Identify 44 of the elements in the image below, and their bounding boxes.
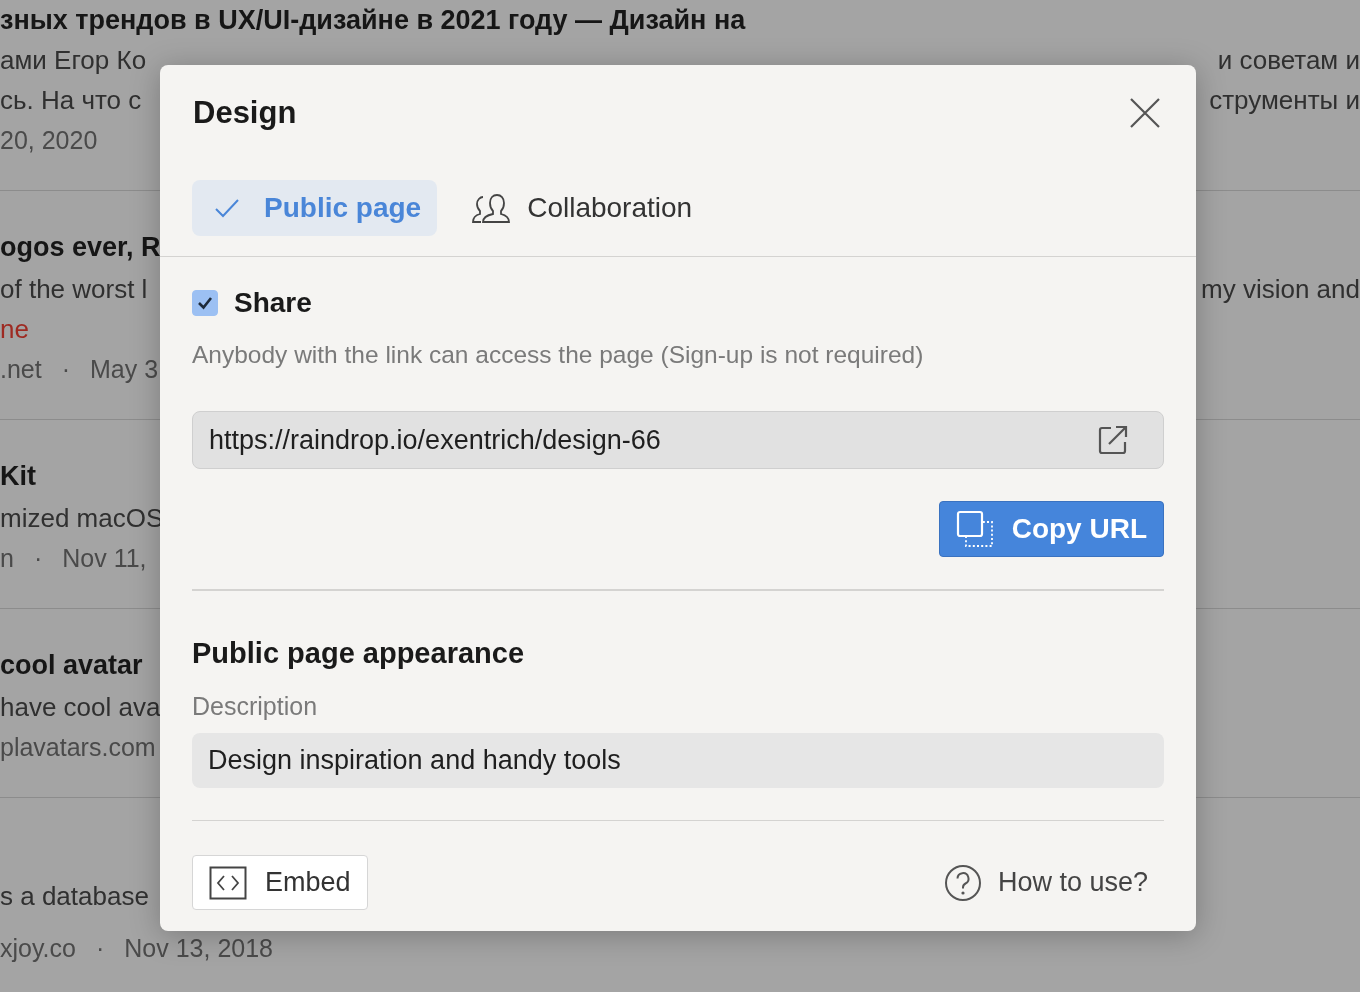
article-excerpt: s a database [0,880,149,912]
article-title: Kit [0,460,36,492]
article-meta: · [61,354,71,384]
article-excerpt: have cool ava [0,691,161,723]
share-label: Share [234,287,312,319]
help-icon [943,863,982,902]
article-title: cool avatar [0,649,143,681]
tab[interactable]: Collaboration [449,180,709,236]
description-field[interactable]: Design inspiration and handy tools [192,732,1164,788]
field-label: Description [192,691,319,721]
embed-button[interactable]: Embed [192,855,368,910]
article-excerpt: of the worst l [0,273,148,305]
article-excerpt: и советам и [1217,44,1360,76]
dialog-title: Design [193,95,297,131]
article-excerpt: струменты и [1209,84,1360,116]
code-icon [209,865,247,900]
article-meta: May 3 [90,354,159,384]
share-checkbox[interactable] [192,290,218,316]
article-title: ogos ever, R [0,231,161,263]
article-meta: xjoy.co [0,933,76,963]
article-excerpt: ами Егор Ко [0,44,147,76]
external-link-icon[interactable] [1097,424,1129,456]
article-meta: plavatars.com [0,732,156,762]
close-icon[interactable] [1128,96,1162,130]
article-excerpt: сь. На что с [0,84,142,116]
url-field[interactable]: https://raindrop.io/exentrich/design-66 [192,411,1164,469]
people-icon [471,191,512,225]
article-meta: · [95,933,105,963]
article-meta: n [0,543,14,573]
article-meta: 20, 2020 [0,125,98,155]
copy-url-button[interactable]: Copy URL [938,501,1164,557]
article-meta: Nov 11, [62,543,147,573]
article-title: зных трендов в UX/UI-дизайне в 2021 году — Дизайн на [0,4,746,36]
copy-icon [955,510,996,548]
share-hint: Anybody with the link can access the page (Sign-up is not required) [192,341,925,369]
check-icon [214,197,240,219]
article-meta: .net [0,354,42,384]
article-meta: Nov 13, 2018 [124,933,273,963]
article-meta: · [33,543,43,573]
article-excerpt: my vision and [1201,273,1360,305]
section-heading: Public page appearance [192,636,525,670]
article-excerpt: mized macOS [0,502,164,534]
highlight-text: ne [0,313,29,345]
help-link[interactable]: How to use? [943,863,1164,902]
